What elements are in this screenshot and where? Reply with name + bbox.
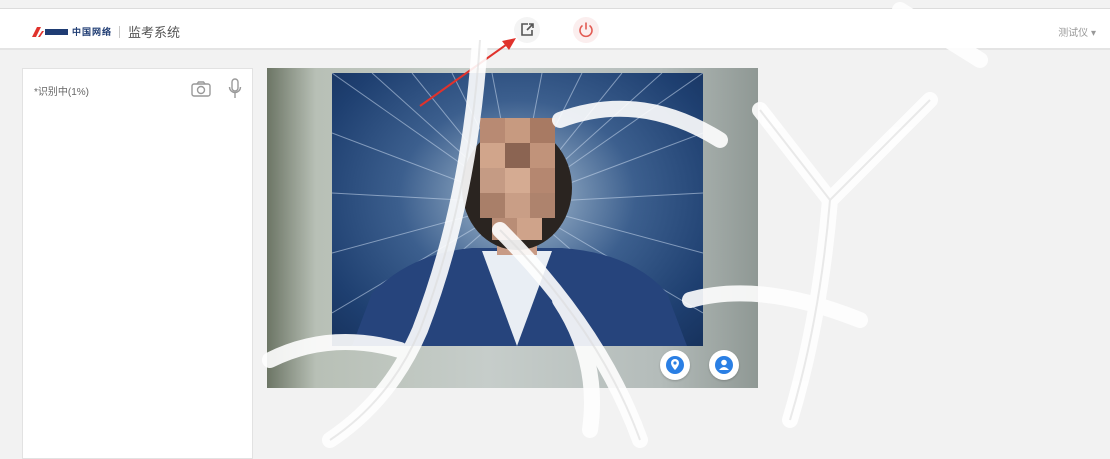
- person-button[interactable]: [709, 350, 739, 380]
- logo: 中国网络 监考系统: [30, 22, 180, 41]
- power-icon: [579, 22, 593, 38]
- power-button[interactable]: [573, 17, 599, 43]
- candidate-photo: [332, 73, 703, 346]
- top-bar: 中国网络 监考系统 测试仪 ▾: [0, 8, 1110, 50]
- share-screen-icon: [521, 23, 534, 36]
- location-button[interactable]: [660, 350, 690, 380]
- logo-separator: [119, 25, 121, 38]
- logo-mark-icon: [32, 26, 68, 37]
- left-panel: *识别中(1%): [22, 68, 253, 459]
- person-icon: [715, 356, 733, 374]
- photo-illustration: [332, 73, 703, 346]
- app-title: 监考系统: [128, 25, 181, 40]
- camera-icon[interactable]: [191, 81, 211, 97]
- share-screen-button[interactable]: [514, 17, 540, 43]
- recognition-status-label: *识别中(1%): [34, 87, 90, 98]
- brand-text: 中国网络: [72, 27, 113, 37]
- location-icon: [666, 356, 684, 374]
- video-frame: [267, 68, 758, 388]
- microphone-icon[interactable]: [228, 78, 242, 100]
- user-menu[interactable]: 测试仪 ▾: [1058, 24, 1096, 39]
